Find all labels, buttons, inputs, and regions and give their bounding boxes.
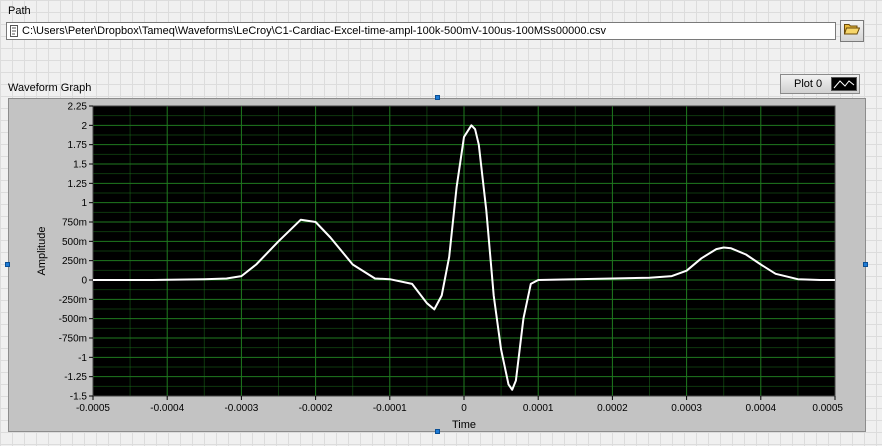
plot-legend-name: Plot 0 bbox=[794, 78, 823, 90]
y-tick-label: 500m bbox=[62, 237, 87, 248]
waveform-graph-svg: 2.25 2 1.75 1.5 1.25 1 750m 500m 250m 0 -250m -500m… bbox=[36, 102, 843, 432]
y-tick-label: 1.75 bbox=[68, 140, 88, 151]
y-tick-label: 1 bbox=[81, 198, 87, 209]
x-tick-label: 0.0001 bbox=[523, 403, 554, 414]
x-tick-label: -0.0003 bbox=[224, 403, 258, 414]
x-tick-label: 0.0005 bbox=[812, 403, 843, 414]
y-tick-label: -1.5 bbox=[70, 392, 88, 403]
y-tick-label: -1.25 bbox=[64, 372, 87, 383]
x-tick-label: 0.0004 bbox=[746, 403, 777, 414]
plot-legend[interactable]: Plot 0 bbox=[780, 74, 860, 94]
x-tick-label: -0.0001 bbox=[373, 403, 407, 414]
y-tick-label: 250m bbox=[62, 256, 87, 267]
resize-handle-bottom[interactable] bbox=[435, 429, 440, 434]
y-tick-label: 0 bbox=[81, 276, 87, 287]
x-tick-label: 0.0002 bbox=[597, 403, 628, 414]
y-tick-label: -750m bbox=[59, 334, 87, 345]
y-tick-label: 2 bbox=[81, 121, 87, 132]
y-tick-label: 750m bbox=[62, 218, 87, 229]
x-tick-label: 0.0003 bbox=[671, 403, 702, 414]
resize-handle-left[interactable] bbox=[5, 262, 10, 267]
path-label: Path bbox=[8, 5, 31, 17]
x-tick-label: -0.0002 bbox=[299, 403, 333, 414]
x-tick-label: -0.0005 bbox=[76, 403, 110, 414]
y-tick-label: 1.5 bbox=[73, 160, 87, 171]
path-type-icon bbox=[9, 24, 19, 38]
waveform-graph-label: Waveform Graph bbox=[8, 82, 92, 94]
y-tick-label: -500m bbox=[59, 314, 87, 325]
browse-button[interactable] bbox=[840, 20, 864, 42]
x-tick-label: -0.0004 bbox=[150, 403, 184, 414]
y-tick-label: -1 bbox=[78, 353, 87, 364]
resize-handle-right[interactable] bbox=[863, 262, 868, 267]
y-tick-label: 2.25 bbox=[68, 102, 88, 113]
y-axis-title: Amplitude bbox=[36, 227, 48, 276]
x-tick-label: 0 bbox=[461, 403, 467, 414]
resize-handle-top[interactable] bbox=[435, 95, 440, 100]
x-axis-title: Time bbox=[452, 419, 476, 431]
y-tick-label: -250m bbox=[59, 295, 87, 306]
path-value: C:\Users\Peter\Dropbox\Tameq\Waveforms\L… bbox=[22, 25, 607, 37]
waveform-graph[interactable]: 2.25 2 1.75 1.5 1.25 1 750m 500m 250m 0 -250m -500m… bbox=[8, 98, 866, 432]
y-tick-label: 1.25 bbox=[68, 179, 88, 190]
folder-open-icon bbox=[843, 22, 861, 40]
line-style-icon bbox=[831, 77, 857, 91]
path-input[interactable]: C:\Users\Peter\Dropbox\Tameq\Waveforms\L… bbox=[6, 22, 836, 40]
